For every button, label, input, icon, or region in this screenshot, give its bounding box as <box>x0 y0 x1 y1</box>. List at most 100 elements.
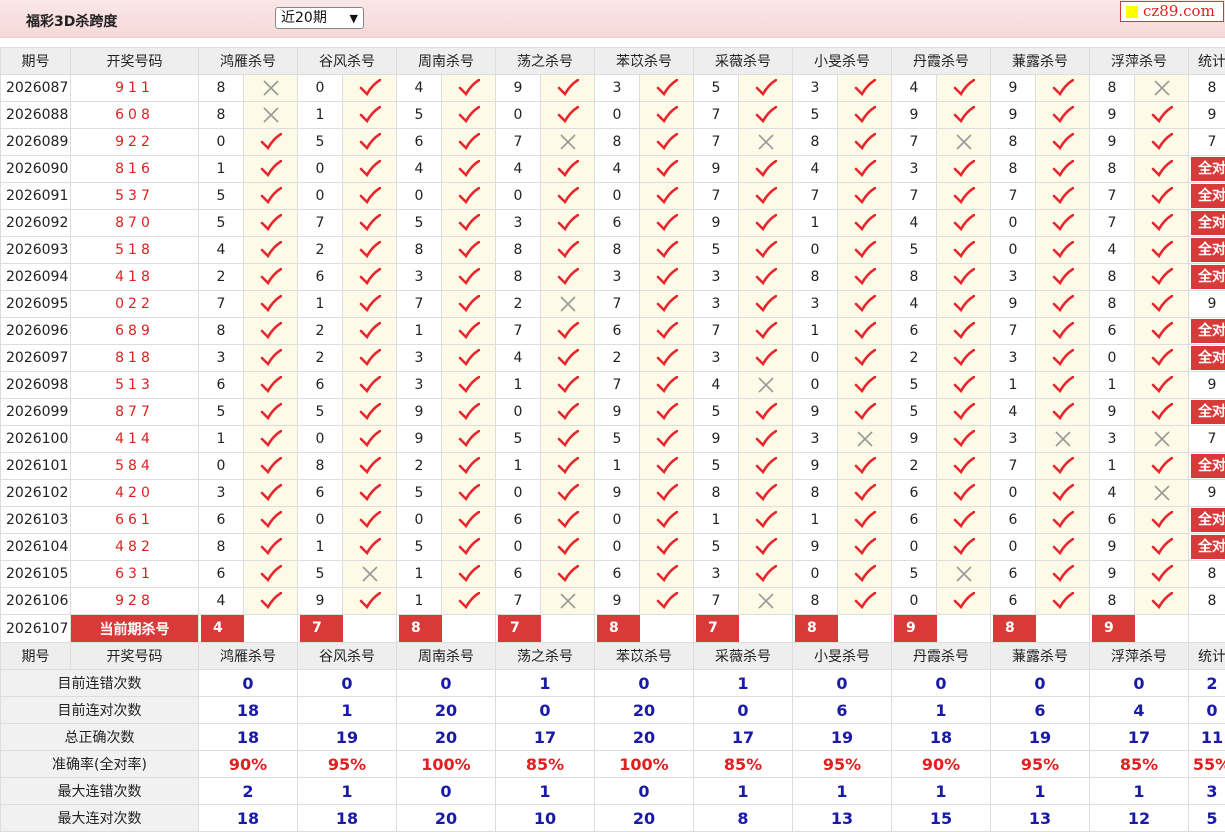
summary-value: 15 <box>892 805 991 832</box>
check-icon <box>359 322 381 340</box>
check-icon <box>359 376 381 394</box>
check-icon <box>755 268 777 286</box>
result-correct <box>1036 453 1090 480</box>
check-icon <box>260 322 282 340</box>
result-correct <box>244 534 298 561</box>
cross-icon <box>1153 79 1171 97</box>
check-icon <box>260 538 282 556</box>
period-number: 2026099 <box>1 399 71 426</box>
result-correct <box>640 102 694 129</box>
result-correct <box>640 237 694 264</box>
result-correct <box>640 75 694 102</box>
current-kill-cell: 7 <box>496 615 595 643</box>
result-correct <box>541 183 595 210</box>
kill-number: 7 <box>694 129 739 156</box>
kill-number: 6 <box>991 507 1036 534</box>
check-icon <box>1052 79 1074 97</box>
check-icon <box>1151 349 1173 367</box>
kill-number: 6 <box>397 129 442 156</box>
result-correct <box>244 561 298 588</box>
result-correct <box>442 102 496 129</box>
summary-value: 19 <box>991 724 1090 751</box>
check-icon <box>656 106 678 124</box>
summary-value: 18 <box>199 697 298 724</box>
kill-number: 1 <box>496 453 541 480</box>
kill-number: 5 <box>199 183 244 210</box>
kill-number: 3 <box>694 561 739 588</box>
kill-number: 6 <box>892 507 937 534</box>
kill-number: 6 <box>991 561 1036 588</box>
result-correct <box>640 561 694 588</box>
summary-value: 1 <box>892 778 991 805</box>
summary-value: 100% <box>595 751 694 778</box>
draw-number: 022 <box>71 291 199 318</box>
summary-value: 85% <box>1090 751 1189 778</box>
check-icon <box>953 376 975 394</box>
table-row: 202608992205678787897 <box>1 129 1225 156</box>
kill-number: 7 <box>595 372 640 399</box>
result-correct <box>640 264 694 291</box>
check-icon <box>1052 349 1074 367</box>
kill-number: 3 <box>694 345 739 372</box>
check-icon <box>953 295 975 313</box>
check-icon <box>1052 565 1074 583</box>
result-correct <box>640 183 694 210</box>
check-icon <box>755 349 777 367</box>
summary-header-cell: 谷风杀号 <box>298 643 397 670</box>
kill-number: 9 <box>1090 102 1135 129</box>
summary-header-cell: 小旻杀号 <box>793 643 892 670</box>
check-icon <box>557 349 579 367</box>
result-wrong <box>541 588 595 615</box>
kill-number: 7 <box>694 183 739 210</box>
result-correct <box>541 345 595 372</box>
check-icon <box>260 160 282 178</box>
period-number: 2026107 <box>1 615 71 643</box>
check-icon <box>260 376 282 394</box>
check-icon <box>755 241 777 259</box>
summary-value: 0 <box>793 670 892 697</box>
result-correct <box>937 588 991 615</box>
check-icon <box>458 511 480 529</box>
summary-value: 1 <box>694 670 793 697</box>
row-stat: 全对 <box>1189 237 1225 264</box>
period-select[interactable]: 近20期▼ <box>275 7 364 29</box>
result-wrong <box>838 426 892 453</box>
check-icon <box>854 484 876 502</box>
period-number: 2026105 <box>1 561 71 588</box>
kill-number: 7 <box>694 588 739 615</box>
result-correct <box>343 318 397 345</box>
summary-value: 20 <box>595 724 694 751</box>
check-icon <box>359 484 381 502</box>
result-correct <box>541 426 595 453</box>
check-icon <box>953 106 975 124</box>
check-icon <box>953 241 975 259</box>
table-row: 20260966898217671676全对 <box>1 318 1225 345</box>
check-icon <box>755 430 777 448</box>
check-icon <box>755 457 777 475</box>
kill-number: 0 <box>496 534 541 561</box>
period-number: 2026103 <box>1 507 71 534</box>
check-icon <box>755 511 777 529</box>
result-wrong <box>739 129 793 156</box>
check-icon <box>1052 241 1074 259</box>
result-correct <box>1135 507 1189 534</box>
current-kill-cell: 8 <box>397 615 496 643</box>
summary-value: 1 <box>298 778 397 805</box>
kill-number: 9 <box>496 75 541 102</box>
kill-number: 5 <box>892 399 937 426</box>
check-icon <box>458 160 480 178</box>
check-icon <box>953 187 975 205</box>
check-icon <box>557 160 579 178</box>
kill-number: 3 <box>694 264 739 291</box>
check-icon <box>458 538 480 556</box>
result-wrong <box>937 561 991 588</box>
kill-number: 4 <box>892 291 937 318</box>
result-correct <box>442 183 496 210</box>
kill-number: 0 <box>298 156 343 183</box>
check-icon <box>656 430 678 448</box>
cross-icon <box>262 106 280 124</box>
result-correct <box>838 561 892 588</box>
kill-number: 0 <box>595 183 640 210</box>
kill-number: 8 <box>595 237 640 264</box>
site-logo[interactable]: cz89.com <box>1120 1 1224 22</box>
